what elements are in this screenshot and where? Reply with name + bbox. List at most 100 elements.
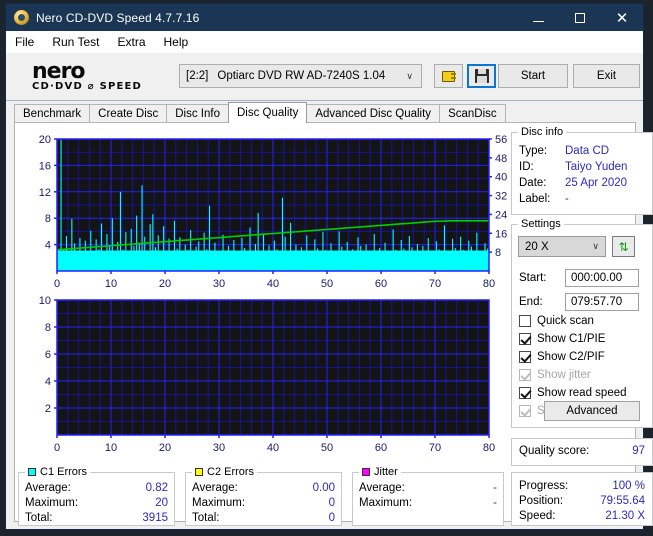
- menu-item-help[interactable]: Help: [155, 33, 198, 51]
- speed-select[interactable]: 20 X ∨: [518, 236, 606, 257]
- tab-disc-quality[interactable]: Disc Quality: [228, 102, 308, 123]
- checkbox-label: Show C1/PIE: [537, 333, 606, 345]
- stat-row: Total: 0: [192, 510, 335, 525]
- menu-item-run-test[interactable]: Run Test: [43, 33, 108, 51]
- svg-text:20: 20: [159, 278, 171, 290]
- svg-text:40: 40: [267, 442, 279, 454]
- stat-row: Average: -: [359, 480, 497, 495]
- stat-value: 0.00: [312, 481, 335, 494]
- stat-key: Average:: [192, 481, 238, 494]
- jitter-title: Jitter: [359, 466, 401, 478]
- checkbox-quick-scan[interactable]: Quick scan: [519, 315, 594, 327]
- maximize-button[interactable]: [559, 4, 601, 31]
- disc-info-row: Date: 25 Apr 2020: [519, 175, 648, 191]
- disc-info-title: Disc info: [518, 126, 567, 138]
- c2-errors-panel: C2 Errors Average: 0.00 Maximum: 0 Total…: [185, 466, 342, 526]
- tab-advanced-disc-quality[interactable]: Advanced Disc Quality: [306, 104, 441, 123]
- checkbox-show-jitter: Show jitter: [519, 369, 591, 381]
- end-label: End:: [519, 296, 543, 308]
- checkbox-box: [519, 369, 531, 381]
- svg-text:10: 10: [105, 278, 117, 290]
- checkbox-box: [519, 315, 531, 327]
- c1-errors-panel: C1 Errors Average: 0.82 Maximum: 20 Tota…: [18, 466, 175, 526]
- c2-color-swatch: [195, 468, 203, 476]
- svg-text:56: 56: [495, 134, 507, 146]
- svg-text:32: 32: [495, 191, 507, 203]
- stat-row: Maximum: -: [359, 495, 497, 510]
- svg-text:70: 70: [429, 278, 441, 290]
- checkbox-label: Quick scan: [537, 315, 594, 327]
- chevron-down-icon: ∨: [406, 70, 413, 81]
- svg-text:48: 48: [495, 153, 507, 165]
- stat-key: Maximum:: [25, 496, 79, 509]
- exit-button[interactable]: Exit: [573, 64, 640, 88]
- stat-value: 20: [155, 496, 168, 509]
- checkbox-label: Show read speed: [537, 387, 627, 399]
- start-field-row: Start: 000:00.00: [519, 269, 639, 287]
- menu-item-file[interactable]: File: [6, 33, 43, 51]
- floppy-save-icon: [474, 69, 489, 83]
- c1-errors-rows: Average: 0.82 Maximum: 20 Total: 3915: [25, 480, 168, 525]
- chevron-down-icon: ∨: [592, 241, 599, 251]
- disc-info-key: Label:: [519, 193, 551, 205]
- svg-text:16: 16: [495, 228, 507, 240]
- quality-score-value: 97: [632, 445, 645, 457]
- checkbox-show-read-speed[interactable]: Show read speed: [519, 387, 627, 399]
- disc-info-row: Label: -: [519, 191, 648, 207]
- save-button[interactable]: [467, 64, 496, 88]
- svg-text:80: 80: [483, 442, 495, 454]
- stat-row: Total: 3915: [25, 510, 168, 525]
- svg-text:6: 6: [45, 349, 51, 361]
- c1-color-swatch: [28, 468, 36, 476]
- disc-info-key: ID:: [519, 161, 534, 173]
- checkbox-show-c2-pif[interactable]: Show C2/PIF: [519, 351, 605, 363]
- nero-logo: nero CD·DVD ⌀ SPEED: [32, 57, 172, 97]
- drive-name: Optiarc DVD RW AD-7240S 1.04: [217, 70, 386, 82]
- tab-scandisc[interactable]: ScanDisc: [439, 104, 506, 123]
- disc-info-row: ID: Taiyo Yuden: [519, 159, 648, 175]
- window-controls: ✕: [517, 4, 643, 31]
- svg-text:4: 4: [45, 376, 51, 388]
- menu-bar: File Run Test Extra Help: [6, 31, 643, 54]
- c1-errors-title: C1 Errors: [25, 466, 91, 478]
- position-label: Position:: [519, 494, 564, 507]
- tab-benchmark[interactable]: Benchmark: [14, 104, 91, 123]
- c2-errors-rows: Average: 0.00 Maximum: 0 Total: 0: [192, 480, 335, 525]
- drive-select[interactable]: [2:2] Optiarc DVD RW AD-7240S 1.04 ∨: [179, 64, 422, 88]
- end-input[interactable]: 079:57.70: [565, 293, 639, 311]
- logo-subtitle: CD·DVD ⌀ SPEED: [32, 80, 143, 92]
- quality-score-label: Quality score:: [519, 445, 590, 457]
- close-button[interactable]: ✕: [601, 4, 643, 31]
- tab-disc-info[interactable]: Disc Info: [166, 104, 229, 123]
- stat-value: -: [493, 481, 497, 494]
- jitter-panel: Jitter Average: - Maximum: -: [352, 466, 504, 526]
- svg-text:2: 2: [45, 403, 51, 415]
- svg-text:0: 0: [54, 278, 60, 290]
- eject-button[interactable]: [434, 64, 463, 88]
- stat-key: Average:: [25, 481, 71, 494]
- tab-create-disc[interactable]: Create Disc: [89, 104, 168, 123]
- svg-text:4: 4: [45, 240, 51, 252]
- svg-text:30: 30: [213, 442, 225, 454]
- jitter-title-label: Jitter: [374, 466, 398, 478]
- main-window: Nero CD-DVD Speed 4.7.7.16 ✕ File Run Te…: [5, 3, 653, 530]
- stat-value: 0: [328, 511, 335, 524]
- checkbox-show-c1-pie[interactable]: Show C1/PIE: [519, 333, 605, 345]
- stat-key: Total:: [192, 511, 220, 524]
- svg-text:16: 16: [39, 160, 51, 172]
- quality-score-panel: Quality score: 97: [511, 438, 653, 466]
- minimize-button[interactable]: [517, 4, 559, 31]
- progress-panel: Progress: 100 % Position: 79:55.64 Speed…: [511, 472, 653, 526]
- svg-text:0: 0: [54, 442, 60, 454]
- stat-row: Average: 0.82: [25, 480, 168, 495]
- refresh-button[interactable]: ⇅: [612, 236, 635, 257]
- stat-value: -: [493, 496, 497, 509]
- svg-text:50: 50: [321, 442, 333, 454]
- advanced-button[interactable]: Advanced: [544, 401, 640, 421]
- start-input[interactable]: 000:00.00: [565, 269, 639, 287]
- eject-plug-icon: [441, 69, 457, 83]
- settings-title: Settings: [518, 218, 564, 230]
- start-button[interactable]: Start: [498, 64, 568, 88]
- menu-item-extra[interactable]: Extra: [108, 33, 154, 51]
- start-label: Start:: [519, 272, 547, 284]
